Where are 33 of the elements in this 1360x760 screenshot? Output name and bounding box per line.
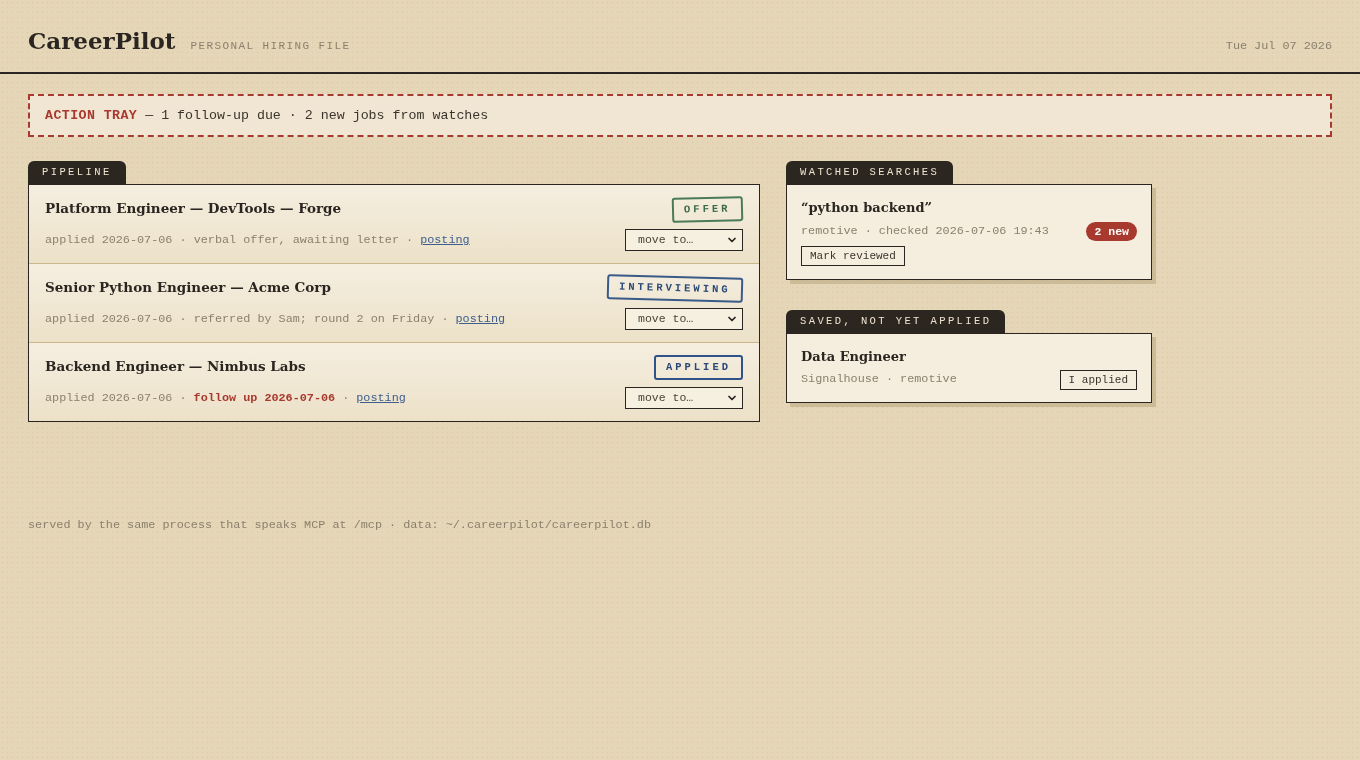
- status-stamp: OFFER: [672, 196, 744, 223]
- move-select[interactable]: move to…: [625, 387, 743, 409]
- app-subtitle: PERSONAL HIRING FILE: [190, 39, 351, 54]
- tray-label: ACTION TRAY: [45, 106, 138, 125]
- section-heading: PIPELINE: [28, 161, 126, 184]
- footer-note: served by the same process that speaks MCP at /mcp · data: ~/.careerpilot/careerpilot.db: [28, 518, 651, 532]
- search-query: “python backend”: [801, 199, 933, 217]
- job-meta: applied 2026-07-06 · verbal offer, awaiting letter ·: [45, 232, 414, 248]
- posting-link[interactable]: posting: [356, 390, 406, 406]
- job-title: Backend Engineer — Nimbus Labs: [45, 357, 307, 375]
- follow-up-date: follow up 2026-07-06: [193, 390, 336, 406]
- posting-link[interactable]: posting: [420, 232, 470, 248]
- tray-summary: — 1 follow-up due · 2 new jobs from watches: [145, 106, 489, 125]
- search-meta: remotive · checked 2026-07-06 19:43: [801, 222, 1049, 240]
- current-date: Tue Jul 07 2026: [1225, 38, 1332, 55]
- saved-job-title: Data Engineer: [801, 348, 907, 366]
- new-count-badge: 2 new: [1086, 222, 1137, 241]
- job-meta: ·: [342, 390, 350, 406]
- job-title: Platform Engineer — DevTools — Forge: [45, 199, 343, 217]
- move-select[interactable]: move to…: [625, 308, 743, 330]
- job-title: Senior Python Engineer — Acme Corp: [45, 278, 332, 296]
- move-select[interactable]: move to…: [625, 229, 743, 251]
- job-meta: applied 2026-07-06 ·: [45, 390, 187, 406]
- applied-button[interactable]: I applied: [1059, 370, 1137, 390]
- mark-reviewed-button[interactable]: Mark reviewed: [801, 246, 905, 266]
- status-stamp: APPLIED: [653, 355, 743, 380]
- status-stamp: INTERVIEWING: [607, 274, 744, 303]
- posting-link[interactable]: posting: [455, 311, 506, 327]
- saved-job-meta: Signalhouse · remotive: [801, 371, 957, 389]
- section-heading: SAVED, NOT YET APPLIED: [786, 310, 1006, 333]
- job-meta: applied 2026-07-06 · referred by Sam; round 2 on Friday ·: [45, 311, 449, 327]
- section-heading: WATCHED SEARCHES: [786, 161, 954, 184]
- app-title: CareerPilot: [28, 26, 176, 56]
